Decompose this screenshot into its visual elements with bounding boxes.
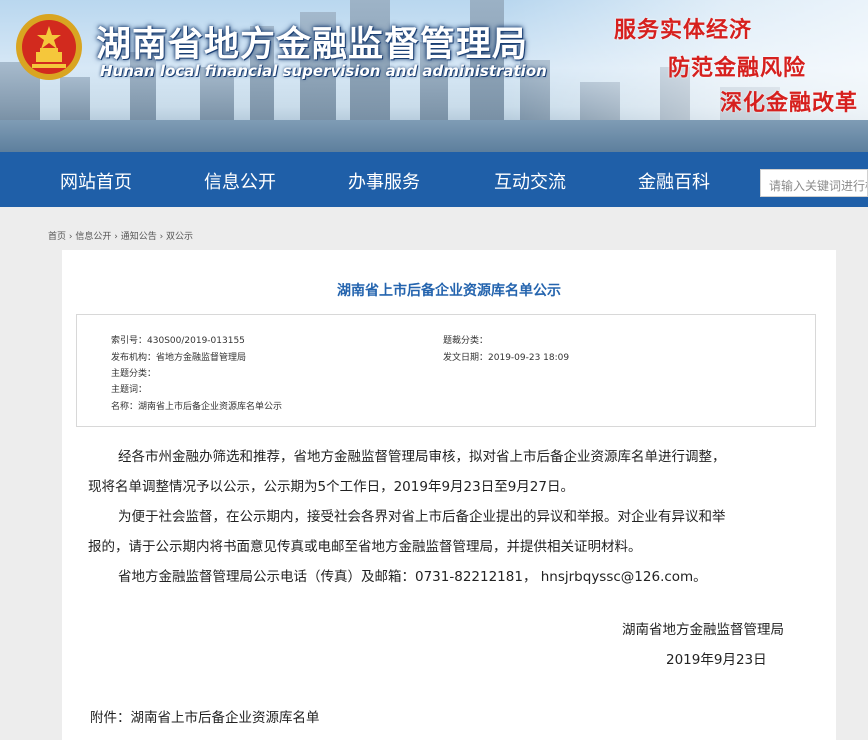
article-paragraph: 为便于社会监督，在公示期内，接受社会各界对省上市后备企业提出的异议和举报。对企业…	[118, 509, 726, 525]
meta-name-label: 名称：	[111, 402, 139, 412]
nav-item-services[interactable]: 办事服务	[348, 168, 420, 194]
article-paragraph: 报的，请于公示期内将书面意见传真或电邮至省地方金融监督管理局，并提供相关证明材料…	[88, 539, 642, 555]
site-title[interactable]: 湖南省地方金融监督管理局	[96, 16, 528, 67]
meta-topic: 主题分类：	[111, 366, 156, 379]
meta-index-label: 索引号：	[111, 336, 148, 346]
meta-keywords-label: 主题词：	[111, 385, 148, 395]
meta-category-label: 题裁分类：	[443, 336, 489, 346]
meta-index-value: 430S00/2019-013155	[147, 336, 245, 346]
meta-name-value: 湖南省上市后备企业资源库名单公示	[138, 402, 283, 412]
article-card: 湖南省上市后备企业资源库名单公示 索引号：430S00/2019-013155 …	[62, 250, 836, 740]
nav-item-finance-wiki[interactable]: 金融百科	[638, 168, 710, 194]
meta-index: 索引号：430S00/2019-013155	[111, 333, 245, 346]
river	[0, 120, 868, 152]
signature-date: 2019年9月23日	[666, 652, 767, 668]
skyline-building	[60, 77, 90, 122]
meta-org-value: 省地方金融监督管理局	[156, 353, 247, 363]
meta-date-value: 2019-09-23 18:09	[488, 353, 570, 363]
nav-item-interaction[interactable]: 互动交流	[494, 168, 566, 194]
signature-org: 湖南省地方金融监督管理局	[622, 622, 784, 638]
national-emblem-icon	[16, 14, 82, 80]
site-subtitle: Hunan local financial supervision and ad…	[100, 62, 547, 80]
breadcrumb-separator: ›	[111, 232, 121, 242]
article-meta-box: 索引号：430S00/2019-013155 题裁分类： 发布机构：省地方金融监…	[76, 314, 816, 427]
article-title: 湖南省上市后备企业资源库名单公示	[337, 283, 561, 299]
slogan-3: 深化金融改革	[720, 90, 859, 116]
nav-item-info-disclosure[interactable]: 信息公开	[204, 168, 276, 194]
meta-name: 名称：湖南省上市后备企业资源库名单公示	[111, 399, 282, 412]
meta-date-label: 发文日期：	[443, 353, 489, 363]
header-banner: 湖南省地方金融监督管理局 Hunan local financial super…	[0, 0, 868, 152]
slogan-2: 防范金融风险	[668, 55, 807, 81]
article-paragraph: 省地方金融监督管理局公示电话（传真）及邮箱：0731-82212181， hns…	[118, 569, 707, 585]
breadcrumb-double-publicity[interactable]: 双公示	[166, 232, 193, 242]
search-input[interactable]: 请输入关键词进行检索	[760, 169, 868, 197]
meta-org: 发布机构：省地方金融监督管理局	[111, 350, 246, 363]
breadcrumb-separator: ›	[66, 232, 76, 242]
meta-org-label: 发布机构：	[111, 353, 157, 363]
article-paragraph: 现将名单调整情况予以公示，公示期为5个工作日，2019年9月23日至9月27日。	[88, 479, 574, 495]
main-nav: 网站首页 信息公开 办事服务 互动交流 金融百科	[0, 152, 868, 207]
breadcrumb: 首页 › 信息公开 › 通知公告 › 双公示	[48, 229, 193, 242]
breadcrumb-info-disclosure[interactable]: 信息公开	[75, 232, 111, 242]
nav-item-home[interactable]: 网站首页	[60, 168, 132, 194]
breadcrumb-notices[interactable]: 通知公告	[121, 232, 157, 242]
breadcrumb-home[interactable]: 首页	[48, 232, 66, 242]
article-paragraph: 经各市州金融办筛选和推荐，省地方金融监督管理局审核，拟对省上市后备企业资源库名单…	[118, 449, 726, 465]
breadcrumb-separator: ›	[156, 232, 167, 242]
attachment-link[interactable]: 附件：湖南省上市后备企业资源库名单	[90, 706, 320, 726]
meta-category: 题裁分类：	[443, 333, 488, 346]
meta-topic-label: 主题分类：	[111, 369, 157, 379]
slogan-1: 服务实体经济	[614, 17, 753, 43]
meta-keywords: 主题词：	[111, 382, 147, 395]
meta-date: 发文日期：2019-09-23 18:09	[443, 350, 569, 363]
